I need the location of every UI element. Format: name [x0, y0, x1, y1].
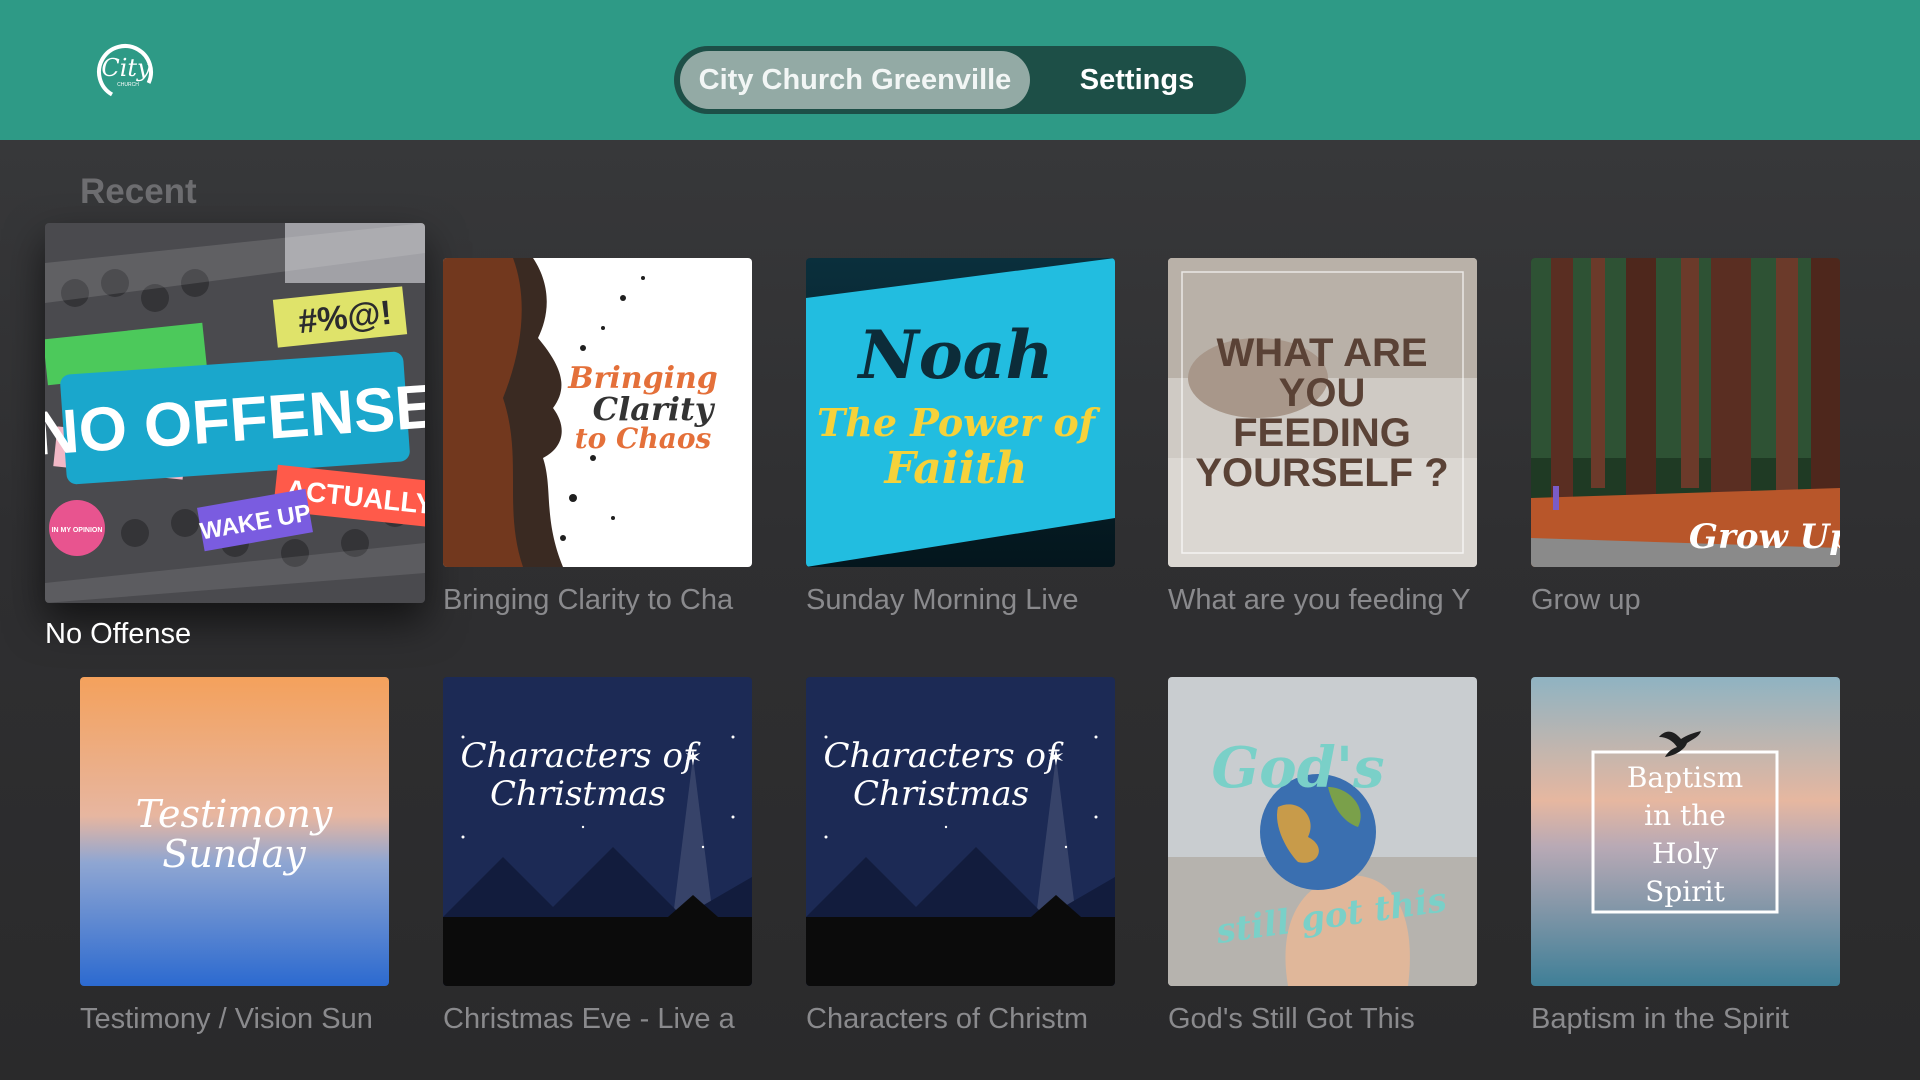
media-tile-christmas-eve-live[interactable]: ✶ Characters of Christmas [443, 677, 752, 986]
art-text-feeding: FEEDING [1233, 411, 1411, 455]
media-title-what-are-you-feeding: What are you feeding Y [1168, 584, 1471, 616]
art-text-to-chaos: to Chaos [575, 422, 712, 455]
top-bar: City CHURCH City Church Greenville Setti… [0, 0, 1920, 140]
art-text-you: YOU [1279, 371, 1366, 415]
art-text-yourself: YOURSELF ? [1195, 451, 1448, 495]
art-text-spirit: Spirit [1645, 875, 1725, 908]
media-title-testimony-vision: Testimony / Vision Sun [80, 1003, 373, 1035]
media-tile-what-are-you-feeding[interactable]: WHAT ARE YOU FEEDING YOURSELF ? [1168, 258, 1477, 567]
top-navigation-tabs: City Church Greenville Settings [674, 46, 1246, 114]
media-title-christmas-eve: Christmas Eve - Live a [443, 1003, 735, 1035]
media-title-baptism-in-the-spirit: Baptism in the Spirit [1531, 1003, 1789, 1035]
media-tile-gods-still-got-this[interactable]: God's still got this [1168, 677, 1477, 986]
city-church-logo-icon: City CHURCH [92, 36, 162, 106]
media-tile-sunday-morning-live[interactable]: Noah The Power of Faiith [806, 258, 1115, 567]
svg-text:CHURCH: CHURCH [117, 82, 139, 88]
tab-city-church-greenville[interactable]: City Church Greenville [680, 51, 1030, 109]
media-title-sunday-morning-live: Sunday Morning Live [806, 584, 1079, 616]
media-tile-grow-up[interactable]: Grow Up [1531, 258, 1840, 567]
art-text-in-my-opinion: IN MY OPINION [52, 527, 103, 534]
svg-text:City: City [101, 54, 151, 82]
art-text-characters-of: Characters of [823, 736, 1064, 776]
media-title-characters-of-christmas: Characters of Christm [806, 1003, 1089, 1035]
media-title-gods-still-got-this: God's Still Got This [1168, 1003, 1415, 1035]
art-text-sunday: Sunday [162, 832, 306, 876]
art-text-christmas: Christmas [490, 774, 666, 814]
art-text-in-the: in the [1644, 799, 1726, 832]
art-text-characters-of: Characters of [460, 736, 701, 776]
art-text-testimony: Testimony [136, 792, 333, 836]
art-text-gods: God's [1211, 735, 1384, 801]
media-title-grow-up: Grow up [1531, 584, 1641, 616]
art-text-faiith: Faiith [882, 443, 1027, 494]
media-tile-characters-of-christmas[interactable]: ✶ Characters of Christmas [806, 677, 1115, 986]
media-tile-no-offense[interactable]: #%@! NO OFFENSE ACTUALLY WAKE UP IN MY O… [45, 223, 425, 603]
art-text-power-of: The Power of [817, 400, 1101, 445]
art-text-christmas: Christmas [853, 774, 1029, 814]
art-text-noah: Noah [856, 316, 1053, 394]
media-title-bringing-clarity: Bringing Clarity to Cha [443, 584, 734, 616]
media-tile-testimony-sunday[interactable]: Testimony Sunday [80, 677, 389, 986]
art-text-grow-up: Grow Up [1689, 517, 1840, 557]
art-text-what-are: WHAT ARE [1216, 331, 1427, 375]
art-text-baptism: Baptism [1627, 761, 1743, 794]
tab-settings[interactable]: Settings [1042, 51, 1232, 109]
media-tile-baptism-in-the-spirit[interactable]: Baptism in the Holy Spirit [1531, 677, 1840, 986]
section-title-recent: Recent [80, 172, 197, 211]
media-title-no-offense: No Offense [45, 618, 192, 650]
media-tile-bringing-clarity[interactable]: Bringing Clarity to Chaos [443, 258, 752, 567]
art-text-holy: Holy [1652, 837, 1718, 870]
